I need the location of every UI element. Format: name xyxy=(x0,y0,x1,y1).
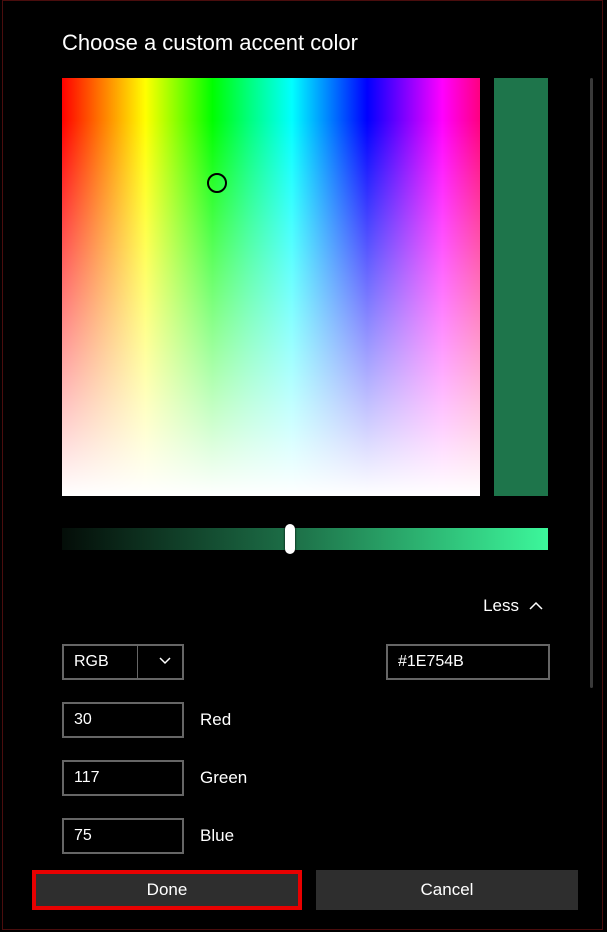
green-input-value: 117 xyxy=(74,769,100,787)
color-area-cursor[interactable] xyxy=(207,173,227,193)
chevron-up-icon xyxy=(529,599,543,613)
blue-input[interactable]: 75 xyxy=(62,818,184,854)
blue-label: Blue xyxy=(200,826,234,846)
cancel-button[interactable]: Cancel xyxy=(316,870,578,910)
hex-input[interactable]: #1E754B xyxy=(386,644,550,680)
dialog-title: Choose a custom accent color xyxy=(62,30,358,56)
luminance-slider[interactable] xyxy=(62,528,548,550)
color-saturation-area[interactable] xyxy=(62,78,480,496)
color-picker-dialog: Choose a custom accent color Less RGB #1… xyxy=(0,0,605,930)
color-preview xyxy=(494,78,548,496)
less-toggle[interactable]: Less xyxy=(483,596,543,616)
green-input[interactable]: 117 xyxy=(62,760,184,796)
select-divider xyxy=(137,646,138,678)
hex-input-value: #1E754B xyxy=(398,653,464,671)
blue-input-value: 75 xyxy=(74,827,92,845)
chevron-down-icon xyxy=(158,653,172,672)
green-label: Green xyxy=(200,768,247,788)
red-label: Red xyxy=(200,710,231,730)
dialog-buttons: Done Cancel xyxy=(32,870,578,910)
red-input-value: 30 xyxy=(74,711,92,729)
color-mode-value: RGB xyxy=(74,653,109,671)
less-toggle-label: Less xyxy=(483,596,519,616)
color-mode-select[interactable]: RGB xyxy=(62,644,184,680)
done-button-label: Done xyxy=(147,880,188,900)
red-input[interactable]: 30 xyxy=(62,702,184,738)
done-button[interactable]: Done xyxy=(32,870,302,910)
luminance-slider-thumb[interactable] xyxy=(285,524,295,554)
scrollbar[interactable] xyxy=(590,78,593,688)
cancel-button-label: Cancel xyxy=(421,880,474,900)
